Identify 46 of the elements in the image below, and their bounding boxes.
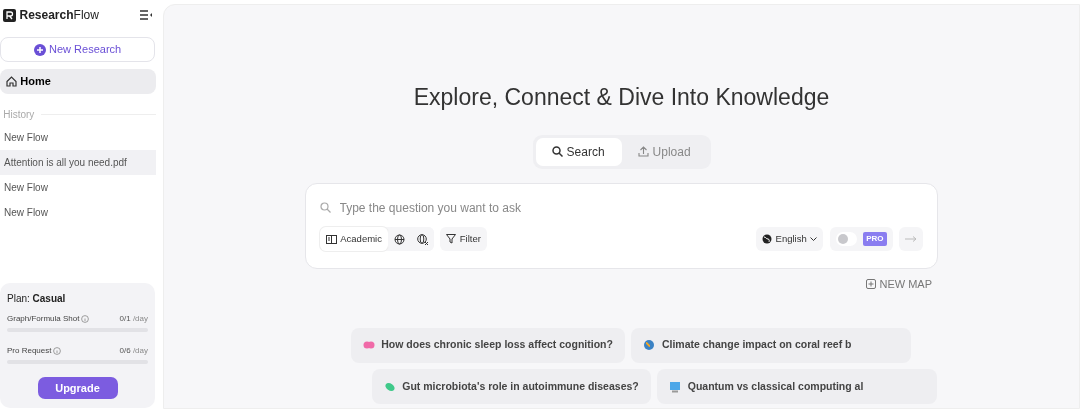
toggle-switch[interactable] — [837, 234, 848, 245]
suggestion-chip[interactable]: How does chronic sleep loss affect cognition? — [350, 327, 625, 363]
book-icon — [326, 233, 337, 245]
filter-button[interactable]: Filter — [440, 227, 487, 252]
menu-collapse-icon[interactable] — [140, 10, 152, 20]
quota-count: 0/6 /day — [119, 344, 148, 357]
plan-label: Plan: Casual — [7, 292, 67, 306]
upload-icon — [638, 146, 650, 157]
search-icon — [552, 146, 564, 157]
upgrade-button[interactable]: Upgrade — [37, 377, 118, 399]
globe-cross-icon — [416, 233, 428, 245]
pro-badge: PRO — [863, 232, 887, 247]
language-dropdown[interactable]: English — [756, 227, 823, 252]
new-research-button[interactable]: New Research — [0, 37, 155, 62]
earth-icon — [643, 339, 656, 351]
globe-icon — [762, 234, 773, 245]
computer-icon — [669, 380, 682, 393]
info-icon — [81, 314, 90, 323]
info-icon — [53, 346, 62, 355]
quota-label: Pro Request — [7, 344, 52, 357]
new-map-button[interactable]: NEW MAP — [860, 275, 938, 294]
arrow-right-icon — [905, 236, 917, 243]
plus-icon — [33, 43, 46, 56]
search-field[interactable]: Type the question you want to ask — [337, 197, 923, 218]
brand-name: ResearchFlow — [19, 7, 99, 24]
history-item[interactable]: Attention is all you need.pdf — [0, 149, 156, 175]
suggestion-chip[interactable]: Gut microbiota's role in autoimmune diseases? — [371, 369, 651, 404]
logo-icon — [3, 8, 17, 22]
history-heading: History — [3, 107, 35, 122]
quota-label: Graph/Formula Shot — [7, 312, 80, 325]
academic-button[interactable]: Academic — [320, 227, 388, 252]
suggestion-chip[interactable]: Climate change impact on coral reef b — [631, 327, 912, 363]
search-icon — [320, 202, 331, 213]
plus-square-icon — [866, 279, 877, 290]
suggestion-chip[interactable]: Quantum vs classical computing al — [657, 369, 938, 404]
home-icon — [6, 75, 17, 87]
history-item[interactable]: New Flow — [0, 199, 156, 225]
globe-icon — [393, 233, 405, 245]
caret-icon — [810, 236, 817, 242]
filter-icon — [446, 234, 457, 245]
history-item[interactable]: New Flow — [0, 174, 156, 200]
search-tab[interactable]: Search — [535, 137, 622, 166]
home-nav-item[interactable]: Home — [0, 68, 156, 94]
page-headline: Explore, Connect & Dive Into Knowledge — [413, 83, 830, 112]
quota-count: 0/1 /day — [119, 312, 148, 325]
history-item[interactable]: New Flow — [0, 124, 156, 150]
